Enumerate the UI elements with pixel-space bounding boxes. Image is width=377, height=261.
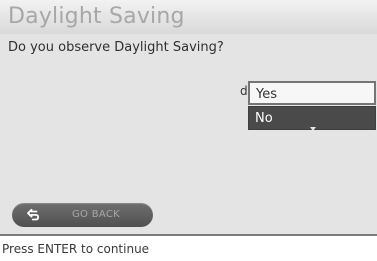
go-back-button[interactable]: GO BACK (12, 203, 153, 227)
go-back-label: GO BACK (72, 209, 120, 220)
option-yes[interactable]: Yes (248, 81, 376, 105)
status-hint: Press ENTER to continue (2, 242, 150, 256)
back-arrow-icon (27, 208, 39, 221)
selection-pointer: d (240, 84, 248, 98)
chevron-down-icon (310, 127, 316, 131)
option-no-label: No (255, 111, 273, 126)
status-bar: Press ENTER to continue (0, 234, 377, 261)
title-bar: Daylight Saving (0, 0, 377, 34)
option-list: Yes No (248, 81, 376, 133)
option-no[interactable]: No (248, 106, 376, 131)
content-area: Do you observe Daylight Saving? d Yes No… (0, 34, 377, 234)
question-text: Do you observe Daylight Saving? (8, 40, 224, 55)
page-title: Daylight Saving (8, 4, 185, 29)
daylight-saving-screen: Daylight Saving Do you observe Daylight … (0, 0, 377, 261)
